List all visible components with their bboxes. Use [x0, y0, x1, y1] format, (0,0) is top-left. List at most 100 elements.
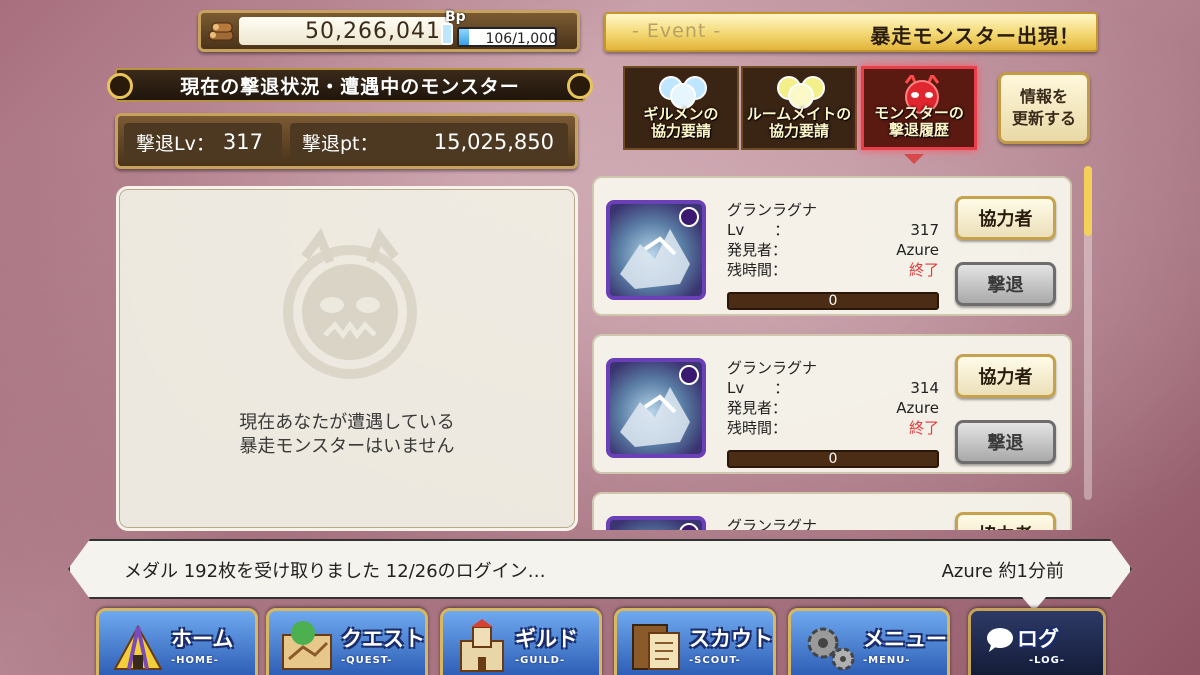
tab-label-line1: ギルメンの — [643, 105, 719, 123]
bottom-nav: ホーム -HOME- クエスト -QUEST- ギルド -GUILD- スカウト… — [96, 608, 1108, 675]
nav-quest-sub: -QUEST- — [341, 655, 393, 666]
nav-scout-sub: -SCOUT- — [689, 655, 741, 666]
ticker-author-time: Azure 約1分前 — [941, 561, 1064, 582]
nav-menu-label: メニュー — [863, 627, 947, 651]
status-title-text: 現在の撃退状況・遭遇中のモンスター — [180, 75, 520, 98]
dark-element-icon — [679, 207, 699, 227]
nav-log[interactable]: ログ -LOG- — [968, 608, 1106, 675]
repel-button[interactable]: 撃退 — [955, 262, 1056, 306]
repel-level: 撃退Lv： 317 — [124, 123, 282, 161]
monster-portrait[interactable] — [606, 516, 706, 530]
nav-log-sub: -LOG- — [1029, 655, 1066, 666]
monster-level: 317 — [910, 221, 939, 239]
helpers-button[interactable]: 協力者 — [955, 196, 1056, 240]
event-tabs: ギルメンの 協力要請 ルームメイトの 協力要請 モンスターの 撃退履歴 — [623, 64, 979, 152]
bp-value: 106/1,000 — [485, 31, 557, 47]
monster-finder-row: 発見者： Azure — [727, 240, 939, 260]
tab-label-line2: 協力要請 — [768, 122, 829, 140]
nav-home[interactable]: ホーム -HOME- — [96, 608, 258, 675]
monster-finder: Azure — [896, 241, 939, 259]
time-label: 残時間： — [727, 261, 788, 279]
nav-menu-sub: -MENU- — [863, 655, 911, 666]
repel-points-value: 15,025,850 — [433, 130, 554, 154]
no-encounter-message: 現在あなたが遭遇している 暴走モンスターはいません — [119, 411, 575, 459]
event-title: 暴走モンスター出現！ — [870, 24, 1080, 48]
ticker-message: メダル 192枚を受け取りました 12/26のログイン… — [124, 561, 546, 582]
nav-guild-label: ギルド — [515, 627, 578, 651]
monster-finder: Azure — [896, 399, 939, 417]
level-label: Lv ： — [727, 221, 790, 239]
tent-icon — [113, 624, 163, 670]
refresh-line1: 情報を — [1019, 87, 1068, 106]
monster-time-left: 終了 — [908, 261, 939, 279]
wood-logs-icon — [208, 22, 234, 41]
tab-roommates-label: ルームメイトの 協力要請 — [743, 106, 855, 140]
monster-card: グランラグナ 協力者 — [592, 492, 1072, 530]
status-title: 現在の撃退状況・遭遇中のモンスター — [107, 68, 593, 102]
active-tab-indicator — [904, 154, 924, 164]
monster-hp-bar: 0 — [727, 292, 939, 310]
tab-guild-members-label: ギルメンの 協力要請 — [625, 106, 737, 140]
monster-info: グランラグナ Lv ： 314 発見者： Azure 残時間： 終了 — [727, 358, 939, 438]
nav-home-label: ホーム — [171, 627, 234, 651]
refresh-line2: 更新する — [1011, 109, 1076, 128]
log-ticker[interactable]: メダル 192枚を受け取りました 12/26のログイン… Azure 約1分前 — [68, 539, 1132, 599]
monster-time-row: 残時間： 終了 — [727, 260, 939, 280]
list-scrollbar[interactable] — [1084, 166, 1092, 500]
nav-guild[interactable]: ギルド -GUILD- — [440, 608, 602, 675]
castle-icon — [460, 619, 504, 672]
monster-card: グランラグナ Lv ： 317 発見者： Azure 残時間： 終了 0 協力者 撃退 — [592, 176, 1072, 316]
nav-log-label: ログ — [1017, 627, 1059, 651]
dark-element-icon — [679, 365, 699, 385]
tab-guild-members-help[interactable]: ギルメンの 協力要請 — [623, 66, 739, 150]
no-encounter-line2: 暴走モンスターはいません — [239, 436, 455, 457]
nav-scout[interactable]: スカウト -SCOUT- — [614, 608, 776, 675]
encounter-panel: 現在あなたが遭遇している 暴走モンスターはいません — [116, 186, 578, 531]
nav-menu[interactable]: メニュー -MENU- — [788, 608, 950, 675]
nav-quest[interactable]: クエスト -QUEST- — [266, 608, 428, 675]
bp-flask-icon — [441, 23, 453, 45]
tab-repel-history-label: モンスターの 撃退履歴 — [864, 105, 974, 139]
monster-info: グランラグナ Lv ： 317 発見者： Azure 残時間： 終了 — [727, 200, 939, 280]
scrollbar-thumb[interactable] — [1084, 166, 1092, 236]
monster-name: グランラグナ — [727, 517, 818, 530]
repel-level-label: 撃退Lv： — [136, 132, 215, 155]
dark-element-icon — [679, 523, 699, 530]
helpers-button[interactable]: 協力者 — [955, 512, 1056, 530]
tab-roommates-help[interactable]: ルームメイトの 協力要請 — [741, 66, 857, 150]
tab-repel-history[interactable]: モンスターの 撃退履歴 — [861, 66, 977, 150]
monster-time-row: 残時間： 終了 — [727, 418, 939, 438]
helpers-button[interactable]: 協力者 — [955, 354, 1056, 398]
finder-label: 発見者： — [727, 399, 788, 417]
nav-home-sub: -HOME- — [171, 655, 219, 666]
refresh-info-button[interactable]: 情報を 更新する — [998, 72, 1090, 144]
bp-meter: Bp 106/1,000 — [439, 9, 559, 49]
map-icon — [282, 621, 332, 670]
nav-scout-label: スカウト — [689, 627, 773, 651]
monster-portrait[interactable] — [606, 200, 706, 300]
finder-label: 発見者： — [727, 241, 788, 259]
scroll-book-icon — [632, 624, 680, 670]
repel-button[interactable]: 撃退 — [955, 420, 1056, 464]
gear-icon — [807, 627, 855, 671]
tab-label-line2: 協力要請 — [650, 122, 711, 140]
coin-count: 50,266,041 — [239, 17, 449, 45]
monster-portrait[interactable] — [606, 358, 706, 458]
level-label: Lv ： — [727, 379, 790, 397]
ornament-left-icon — [107, 73, 133, 99]
tab-label-line2: 撃退履歴 — [888, 121, 949, 139]
event-banner: - Event - 暴走モンスター出現！ — [604, 12, 1098, 52]
monster-name: グランラグナ — [727, 359, 818, 377]
ornament-right-icon — [567, 73, 593, 99]
time-label: 残時間： — [727, 419, 788, 437]
tab-label-line1: モンスターの — [874, 104, 964, 122]
repel-points-label: 撃退pt： — [302, 132, 379, 155]
monster-name: グランラグナ — [727, 201, 818, 219]
monster-info: グランラグナ — [727, 516, 939, 530]
nav-guild-sub: -GUILD- — [515, 655, 566, 666]
monster-list[interactable]: グランラグナ Lv ： 317 発見者： Azure 残時間： 終了 0 協力者 撃退… — [592, 174, 1074, 530]
monster-card: グランラグナ Lv ： 314 発見者： Azure 残時間： 終了 0 協力者 撃退 — [592, 334, 1072, 474]
tab-label-line1: ルームメイトの — [746, 105, 852, 123]
currency-bar: 50,266,041 Bp 106/1,000 — [198, 9, 580, 52]
nav-quest-label: クエスト — [341, 627, 425, 651]
